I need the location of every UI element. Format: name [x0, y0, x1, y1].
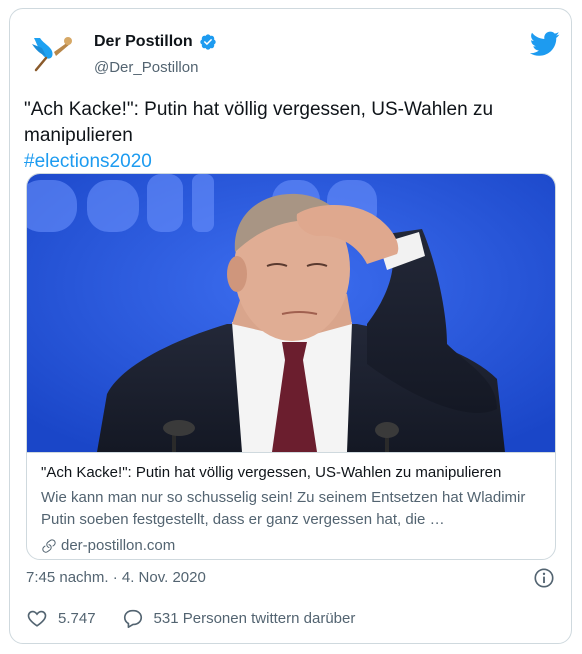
twitter-bird-icon[interactable]: [530, 31, 560, 57]
author-name[interactable]: Der Postillon: [94, 33, 193, 51]
speech-bubble-icon: [123, 609, 142, 628]
author-name-row: Der Postillon: [94, 33, 217, 51]
tweet-header: Der Postillon @Der_Postillon: [24, 21, 560, 81]
avatar[interactable]: [24, 24, 78, 78]
card-domain-text: der-postillon.com: [61, 537, 176, 554]
tweet-text: "Ach Kacke!": Putin hat völlig vergessen…: [24, 97, 554, 175]
like-count: 5.747: [58, 609, 96, 627]
card-body: "Ach Kacke!": Putin hat völlig vergessen…: [27, 452, 555, 559]
heart-icon: [27, 610, 47, 627]
card-image: [27, 174, 555, 452]
tweet-body: "Ach Kacke!": Putin hat völlig vergessen…: [24, 99, 494, 146]
postillon-logo-icon: [24, 24, 78, 78]
card-description: Wie kann man nur so schusselig sein! Zu …: [41, 489, 526, 528]
verified-badge-icon: [200, 34, 216, 50]
tweet-card: Der Postillon @Der_Postillon "Ach Kacke!…: [9, 8, 572, 644]
tweet-actions: 5.747 531 Personen twittern darüber: [26, 607, 355, 629]
info-icon[interactable]: [533, 567, 555, 589]
card-title: "Ach Kacke!": Putin hat völlig vergessen…: [41, 464, 502, 481]
replies-label: 531 Personen twittern darüber: [153, 609, 356, 627]
like-button[interactable]: 5.747: [26, 607, 96, 629]
tweet-timestamp[interactable]: 7:45 nachm. · 4. Nov. 2020: [26, 569, 206, 586]
hashtag-link[interactable]: #elections2020: [24, 149, 554, 175]
link-preview-card[interactable]: "Ach Kacke!": Putin hat völlig vergessen…: [26, 173, 556, 560]
reply-button[interactable]: 531 Personen twittern darüber: [122, 607, 356, 629]
author-handle[interactable]: @Der_Postillon: [94, 59, 198, 76]
link-icon: [42, 538, 56, 553]
card-domain: der-postillon.com: [41, 537, 543, 554]
